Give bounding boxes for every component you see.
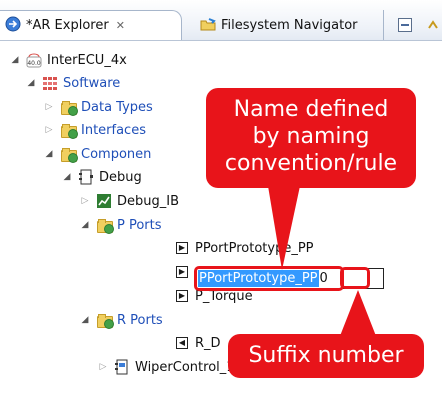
name-callout-line-1: Name defined (233, 97, 389, 122)
name-callout-line-3: convention/rule (224, 151, 398, 176)
suffix-callout-text: Suffix number (248, 343, 404, 368)
name-callout-pointer (268, 186, 300, 270)
name-rule-callout: Name defined by naming convention/rule (206, 88, 416, 188)
name-callout-line-2: by naming (252, 124, 370, 149)
suffix-callout-pointer (340, 290, 376, 336)
suffix-number-callout: Suffix number (228, 334, 424, 378)
